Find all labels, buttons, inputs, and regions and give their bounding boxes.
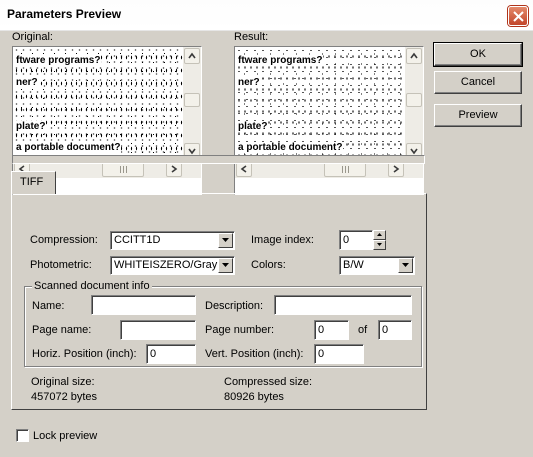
arrow-up-icon — [188, 52, 196, 59]
page-name-label: Page name: — [32, 324, 92, 336]
chevron-down-icon — [222, 263, 229, 267]
page-number-label: Page number: — [205, 324, 275, 336]
compression-label: Compression: — [30, 234, 98, 246]
horiz-position-value: 0 — [150, 348, 157, 360]
compression-select[interactable]: CCITT1D — [110, 231, 235, 250]
page-total-input[interactable]: 0 — [378, 320, 412, 340]
scroll-thumb[interactable] — [184, 93, 200, 107]
dropdown-button[interactable] — [218, 258, 233, 273]
ok-button[interactable]: OK — [433, 42, 523, 67]
progress-bar — [12, 155, 425, 164]
close-icon — [513, 11, 524, 22]
page-number-value: 0 — [318, 324, 325, 336]
preview-text-line: ner? — [237, 77, 261, 88]
dropdown-button[interactable] — [218, 233, 233, 248]
colors-value: B/W — [343, 259, 364, 271]
lock-preview-checkbox[interactable] — [16, 429, 29, 442]
image-index-input[interactable]: 0 — [339, 230, 373, 250]
arrow-right-icon — [171, 165, 178, 173]
page-total-value: 0 — [382, 324, 389, 336]
photometric-label: Photometric: — [30, 259, 92, 271]
arrow-down-icon — [377, 243, 382, 246]
horiz-position-input[interactable]: 0 — [146, 344, 196, 364]
name-input[interactable] — [91, 295, 196, 315]
result-label: Result: — [234, 31, 269, 43]
vertical-scrollbar[interactable] — [405, 47, 423, 160]
compressed-size-label: Compressed size: — [224, 376, 313, 388]
arrow-down-icon — [410, 148, 418, 155]
original-label: Original: — [12, 31, 53, 43]
preview-text-line: a portable document? — [15, 142, 122, 153]
of-label: of — [358, 324, 368, 336]
chevron-down-icon — [402, 263, 409, 267]
compressed-size-value: 80926 bytes — [224, 391, 284, 403]
arrow-left-icon — [240, 165, 247, 173]
result-preview-image: ftware programs? ner? plate? a portable … — [235, 47, 405, 160]
scroll-thumb[interactable] — [406, 93, 422, 107]
cancel-button[interactable]: Cancel — [434, 71, 522, 94]
spin-up-button[interactable] — [373, 230, 386, 240]
arrow-up-icon — [410, 52, 418, 59]
image-index-value: 0 — [343, 234, 350, 246]
preview-text-line: plate? — [15, 121, 47, 132]
spin-down-button[interactable] — [373, 240, 386, 250]
window-title: Parameters Preview — [7, 7, 122, 21]
description-input[interactable] — [274, 295, 412, 315]
vert-position-label: Vert. Position (inch): — [205, 348, 304, 360]
scanned-document-title: Scanned document info — [32, 280, 152, 292]
image-index-label: Image index: — [251, 234, 314, 246]
original-size-value: 457072 bytes — [31, 391, 98, 403]
tab-tiff[interactable]: TIFF — [11, 171, 56, 194]
preview-text-line: plate? — [237, 121, 269, 132]
scroll-up-button[interactable] — [184, 48, 200, 64]
arrow-right-icon — [393, 165, 400, 173]
title-bar: Parameters Preview — [0, 0, 533, 31]
result-preview: ftware programs? ner? plate? a portable … — [234, 46, 424, 195]
chevron-down-icon — [222, 238, 229, 242]
vert-position-input[interactable]: 0 — [314, 344, 364, 364]
page-name-input[interactable] — [120, 320, 196, 340]
arrow-up-icon — [377, 233, 382, 236]
preview-text-line: a portable document? — [237, 142, 344, 153]
lock-preview-label[interactable]: Lock preview — [33, 430, 97, 442]
colors-label: Colors: — [251, 259, 286, 271]
preview-text-line: ner? — [15, 77, 39, 88]
description-label: Description: — [205, 300, 264, 312]
preview-text-line: ftware programs? — [237, 55, 324, 66]
horiz-position-label: Horiz. Position (inch): — [32, 348, 137, 360]
compression-value: CCITT1D — [114, 234, 161, 246]
close-button[interactable] — [508, 6, 528, 26]
scroll-up-button[interactable] — [406, 48, 422, 64]
photometric-value: WHITEISZERO/Gray — [114, 259, 218, 271]
original-size-label: Original size: — [31, 376, 95, 388]
photometric-select[interactable]: WHITEISZERO/Gray — [110, 256, 235, 275]
vert-position-value: 0 — [318, 348, 325, 360]
arrow-down-icon — [188, 148, 196, 155]
name-label: Name: — [32, 300, 65, 312]
preview-button[interactable]: Preview — [434, 104, 522, 127]
preview-text-line: ftware programs? — [15, 55, 102, 66]
colors-select[interactable]: B/W — [339, 256, 415, 275]
vertical-scrollbar[interactable] — [183, 47, 201, 160]
original-preview-image: ftware programs? ner? plate? a portable … — [13, 47, 183, 160]
dropdown-button[interactable] — [398, 258, 413, 273]
page-number-input[interactable]: 0 — [314, 320, 349, 340]
